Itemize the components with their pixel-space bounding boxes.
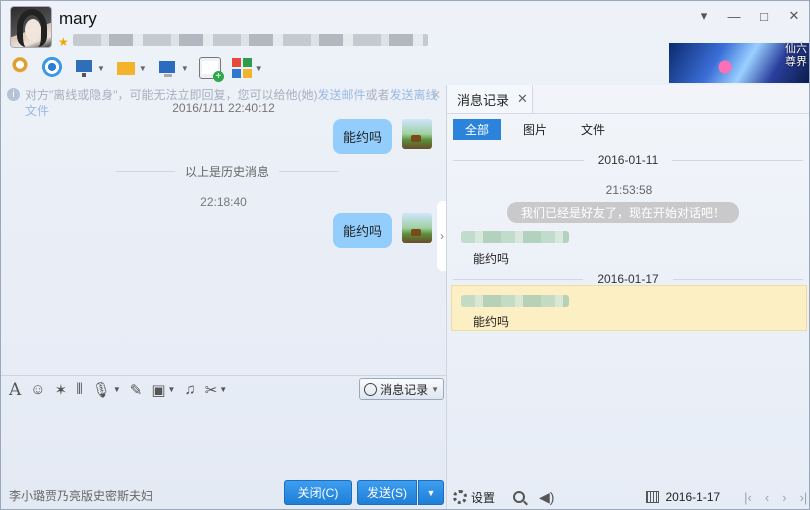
search-icon[interactable] bbox=[513, 491, 526, 503]
message-row: 能约吗 bbox=[332, 213, 432, 248]
filter-files[interactable]: 文件 bbox=[569, 119, 617, 140]
apps-icon bbox=[230, 57, 253, 79]
send-email-link[interactable]: 发送邮件 bbox=[318, 88, 366, 102]
menu-dropdown-icon[interactable]: ▾ bbox=[689, 5, 719, 27]
input-footer: 李小璐贾乃亮版史密斯夫妇 关闭(C) 发送(S) ▼ bbox=[1, 477, 446, 509]
magic-wand-icon[interactable]: ✶ bbox=[55, 381, 68, 399]
close-tab-icon[interactable]: ✕ bbox=[517, 91, 528, 107]
history-button-label: 消息记录 bbox=[380, 382, 429, 397]
apps-button[interactable]: ▼ bbox=[229, 55, 265, 81]
record-message[interactable]: 能约吗 bbox=[473, 250, 509, 267]
voice-message-icon[interactable]: 🎙 ▼ bbox=[92, 381, 121, 399]
chevron-down-icon[interactable]: ▼ bbox=[139, 64, 147, 73]
chevron-down-icon: ▼ bbox=[431, 384, 439, 394]
tab-message-record[interactable]: 消息记录 ✕ bbox=[447, 85, 533, 113]
maximize-icon[interactable]: □ bbox=[749, 5, 779, 27]
tab-label: 消息记录 bbox=[457, 92, 510, 108]
next-page-icon[interactable]: › bbox=[782, 490, 786, 505]
message-bubble[interactable]: 能约吗 bbox=[332, 119, 392, 154]
voice-call-button[interactable] bbox=[7, 55, 33, 81]
timestamp: 22:18:40 bbox=[200, 195, 247, 209]
header: mary ★ ▾ — □ ✕ 仙六 尊界 ▼ ▼ ▼ ▼ bbox=[1, 1, 809, 85]
banner-text: 仙六 尊界 bbox=[785, 43, 807, 68]
camera-icon bbox=[41, 57, 63, 79]
emoji-icon[interactable]: ☺ bbox=[30, 381, 45, 398]
remote-desktop-button[interactable]: ▼ bbox=[155, 55, 191, 81]
date-divider: 2016-01-11 bbox=[453, 153, 803, 167]
game-banner[interactable]: 仙六 尊界 bbox=[669, 43, 809, 83]
speaker-icon[interactable]: ◀) bbox=[539, 489, 554, 506]
window-controls: ▾ — □ ✕ bbox=[689, 5, 809, 27]
chevron-down-icon[interactable]: ▼ bbox=[181, 64, 189, 73]
minimize-icon[interactable]: — bbox=[719, 5, 749, 27]
timestamp: 2016/1/11 22:40:12 bbox=[172, 101, 275, 115]
filter-all[interactable]: 全部 bbox=[453, 119, 502, 140]
filter-images[interactable]: 图片 bbox=[511, 119, 559, 140]
gear-icon[interactable] bbox=[453, 490, 467, 504]
page-nav: |‹ ‹ › ›| bbox=[744, 490, 807, 505]
add-chat-icon bbox=[198, 57, 224, 82]
ad-link[interactable]: 李小璐贾乃亮版史密斯夫妇 bbox=[9, 487, 153, 504]
system-message: 我们已经是好友了，现在开始对话吧！ bbox=[507, 202, 739, 223]
current-date[interactable]: 2016-1-17 bbox=[665, 490, 720, 504]
info-icon: i bbox=[7, 88, 20, 101]
star-icon[interactable]: ★ bbox=[58, 35, 69, 49]
sender-avatar[interactable] bbox=[402, 213, 432, 243]
chevron-down-icon[interactable]: ▼ bbox=[255, 64, 263, 73]
calendar-icon[interactable] bbox=[646, 491, 660, 503]
chevron-down-icon[interactable]: ▼ bbox=[97, 64, 105, 73]
prev-page-icon[interactable]: ‹ bbox=[765, 490, 769, 505]
last-page-icon[interactable]: ›| bbox=[800, 490, 808, 505]
date-label: 2016-01-11 bbox=[597, 153, 659, 167]
close-button[interactable]: 关闭(C) bbox=[284, 480, 352, 505]
settings-label[interactable]: 设置 bbox=[471, 489, 495, 506]
message-bubble[interactable]: 能约吗 bbox=[332, 213, 392, 248]
date-divider: 2016-01-17 bbox=[453, 272, 804, 286]
edit-icon[interactable]: ✎ bbox=[130, 381, 143, 399]
input-toolbar: A ☺ ✶ ⦀ 🎙 ▼ ✎ ▣ ▼ ♫ ✂ ▼ 消息记录 ▼ bbox=[1, 375, 446, 403]
vibrate-icon[interactable]: ⦀ bbox=[76, 381, 83, 398]
chat-pane: i 对方"离线或隐身"，可能无法立即回复，您可以给他(她)发送邮件或者发送离线文… bbox=[1, 85, 446, 375]
notice-text: 对方"离线或隐身"，可能无法立即回复，您可以给他(她) bbox=[25, 88, 318, 102]
add-chat-button[interactable] bbox=[197, 55, 224, 82]
file-transfer-icon bbox=[114, 57, 137, 79]
mic-icon bbox=[9, 57, 31, 79]
record-filters: 全部 图片 文件 bbox=[453, 119, 627, 140]
record-message[interactable]: 能约吗 bbox=[473, 313, 509, 330]
screen-share-button[interactable]: ▼ bbox=[71, 55, 107, 81]
image-icon[interactable]: ▣ ▼ bbox=[151, 381, 175, 399]
username[interactable]: mary bbox=[59, 9, 97, 29]
signature-blurred bbox=[73, 34, 428, 46]
notice-text-mid: 或者 bbox=[365, 88, 390, 102]
close-icon[interactable]: ✕ bbox=[779, 5, 809, 27]
record-footer: 设置 ◀) 2016-1-17 |‹ ‹ › ›| bbox=[447, 483, 809, 509]
sender-avatar[interactable] bbox=[402, 119, 432, 149]
message-input[interactable] bbox=[1, 403, 446, 477]
message-history-button[interactable]: 消息记录 ▼ bbox=[359, 378, 444, 400]
screenshot-icon[interactable]: ✂ ▼ bbox=[205, 381, 228, 399]
file-transfer-button[interactable]: ▼ bbox=[113, 55, 149, 81]
toolbar: ▼ ▼ ▼ ▼ bbox=[7, 55, 265, 82]
message-record-panel: 消息记录 ✕ 全部 图片 文件 2016-01-11 21:53:58 我们已经… bbox=[446, 85, 809, 509]
clock-icon bbox=[364, 382, 378, 396]
history-divider-label: 以上是历史消息 bbox=[185, 165, 270, 179]
message-row: 能约吗 bbox=[332, 119, 432, 154]
chat-window: mary ★ ▾ — □ ✕ 仙六 尊界 ▼ ▼ ▼ ▼ i 对方"离线或隐身"… bbox=[0, 0, 810, 510]
send-button[interactable]: 发送(S) bbox=[357, 480, 417, 505]
sender-name-blurred bbox=[461, 231, 569, 243]
font-icon[interactable]: A bbox=[9, 380, 21, 400]
record-time: 21:53:58 bbox=[605, 183, 653, 197]
music-icon[interactable]: ♫ bbox=[184, 381, 195, 398]
sender-name-blurred bbox=[461, 295, 569, 307]
history-divider: 以上是历史消息 bbox=[116, 163, 339, 180]
date-label: 2016-01-17 bbox=[597, 272, 659, 286]
first-page-icon[interactable]: |‹ bbox=[744, 490, 752, 505]
avatar[interactable] bbox=[10, 6, 52, 48]
video-call-button[interactable] bbox=[39, 55, 65, 81]
remote-desktop-icon bbox=[156, 57, 179, 79]
send-options-dropdown[interactable]: ▼ bbox=[418, 480, 444, 505]
screen-share-icon bbox=[73, 57, 95, 79]
